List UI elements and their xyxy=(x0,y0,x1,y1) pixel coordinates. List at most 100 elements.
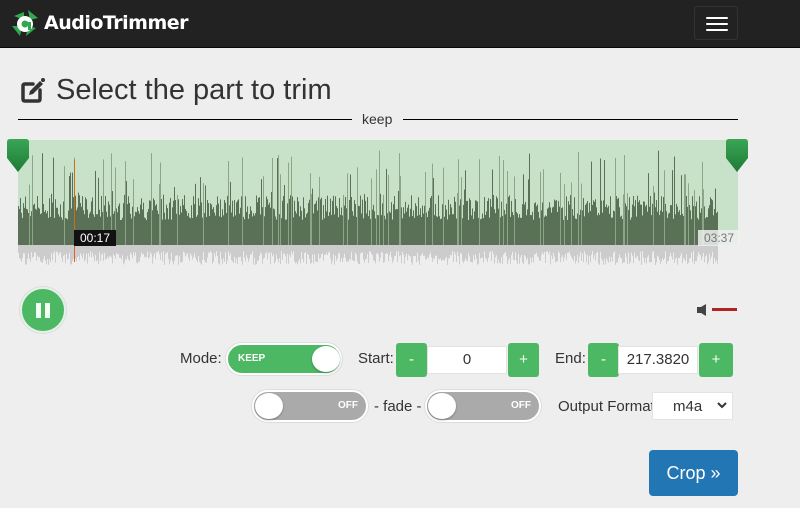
start-decrement-button[interactable]: - xyxy=(396,343,427,377)
waveform-reflection xyxy=(608,245,609,263)
waveform-reflection xyxy=(626,245,627,258)
pause-button[interactable] xyxy=(20,287,66,333)
waveform-bar xyxy=(409,216,410,245)
waveform-reflection xyxy=(110,245,111,257)
end-handle[interactable] xyxy=(724,138,750,174)
waveform-reflection xyxy=(150,245,151,253)
waveform-reflection xyxy=(345,245,346,258)
waveform-bar xyxy=(524,204,525,245)
output-format-select[interactable]: m4a xyxy=(652,392,733,420)
waveform-reflection xyxy=(356,245,357,255)
waveform-reflection xyxy=(483,245,484,263)
waveform-bar xyxy=(385,219,386,245)
waveform-reflection xyxy=(122,245,123,256)
waveform-reflection xyxy=(78,245,79,257)
waveform-bar xyxy=(520,217,521,245)
waveform-reflection xyxy=(402,245,403,252)
waveform-reflection xyxy=(358,245,359,264)
start-handle[interactable] xyxy=(5,138,31,174)
start-increment-button[interactable]: + xyxy=(508,343,539,377)
waveform-bar xyxy=(440,219,441,245)
waveform-reflection xyxy=(54,245,55,252)
fade-out-toggle[interactable]: OFF xyxy=(425,390,541,422)
end-increment-button[interactable]: + xyxy=(699,343,733,377)
waveform-reflection xyxy=(463,245,464,264)
waveform-bar xyxy=(576,219,577,245)
waveform-bar xyxy=(479,159,480,245)
menu-toggle-button[interactable] xyxy=(694,6,738,40)
waveform-bar xyxy=(389,211,390,245)
waveform-reflection xyxy=(63,245,64,256)
end-input[interactable]: 217.3820 xyxy=(618,346,698,374)
volume-slider[interactable] xyxy=(712,308,737,311)
waveform-bar xyxy=(194,204,195,245)
brand-logo[interactable]: AudioTrimmer xyxy=(10,7,189,39)
waveform-bar xyxy=(571,182,572,245)
waveform-bar xyxy=(656,200,657,245)
fade-in-toggle[interactable]: OFF xyxy=(252,390,368,422)
waveform-reflection xyxy=(100,245,101,262)
waveform-bar xyxy=(518,217,519,245)
waveform-bar xyxy=(197,215,198,245)
waveform-reflection xyxy=(411,245,412,263)
waveform-reflection xyxy=(352,245,353,260)
waveform-bar xyxy=(587,200,588,245)
waveform-bar xyxy=(620,216,621,245)
waveform-bar xyxy=(506,203,507,245)
waveform-bar xyxy=(392,219,393,245)
waveform-bar xyxy=(39,208,40,245)
waveform-bar xyxy=(465,170,466,245)
waveform-bar xyxy=(477,201,478,245)
waveform-bar xyxy=(696,201,697,245)
waveform-reflection xyxy=(333,245,334,255)
waveform-reflection xyxy=(355,245,356,253)
waveform-bar xyxy=(668,213,669,245)
logo-icon xyxy=(12,10,38,36)
waveform-reflection xyxy=(565,245,566,254)
waveform-bar xyxy=(386,168,387,245)
waveform-bar xyxy=(546,216,547,245)
waveform-bar xyxy=(42,153,43,245)
waveform-reflection xyxy=(682,245,683,264)
waveform-reflection xyxy=(361,245,362,253)
waveform-reflection xyxy=(71,245,72,265)
waveform-reflection xyxy=(472,245,473,263)
waveform-reflection xyxy=(167,245,168,253)
mode-toggle[interactable]: KEEP xyxy=(226,343,342,375)
waveform-bar xyxy=(484,197,485,245)
waveform-reflection xyxy=(385,245,386,255)
waveform-reflection xyxy=(65,245,66,264)
waveform-reflection xyxy=(210,245,211,252)
waveform-bar xyxy=(353,215,354,245)
pause-icon xyxy=(36,303,41,318)
waveform[interactable]: 00:17 03:37 xyxy=(7,139,748,270)
end-decrement-button[interactable]: - xyxy=(588,343,619,377)
waveform-reflection xyxy=(467,245,468,262)
start-input[interactable]: 0 xyxy=(427,346,507,374)
waveform-reflection xyxy=(651,245,652,262)
crop-button[interactable]: Crop » xyxy=(649,450,738,496)
waveform-reflection xyxy=(224,245,225,262)
waveform-bar xyxy=(564,184,565,245)
waveform-reflection xyxy=(658,245,659,257)
waveform-bar xyxy=(24,207,25,245)
waveform-bar xyxy=(251,210,252,245)
waveform-bar xyxy=(398,190,399,245)
waveform-bar xyxy=(295,211,296,245)
waveform-bar xyxy=(657,211,658,245)
waveform-reflection xyxy=(45,245,46,261)
waveform-bar xyxy=(463,204,464,245)
waveform-reflection xyxy=(381,245,382,253)
waveform-reflection xyxy=(84,245,85,262)
waveform-bar xyxy=(410,208,411,245)
waveform-reflection xyxy=(534,245,535,255)
waveform-reflection xyxy=(674,245,675,263)
waveform-bar xyxy=(50,216,51,245)
waveform-reflection xyxy=(710,245,711,260)
volume-control[interactable] xyxy=(696,303,740,317)
waveform-reflection xyxy=(30,245,31,262)
waveform-bar xyxy=(205,185,206,245)
waveform-reflection xyxy=(245,245,246,262)
waveform-bar xyxy=(37,196,38,245)
waveform-reflection xyxy=(214,245,215,253)
